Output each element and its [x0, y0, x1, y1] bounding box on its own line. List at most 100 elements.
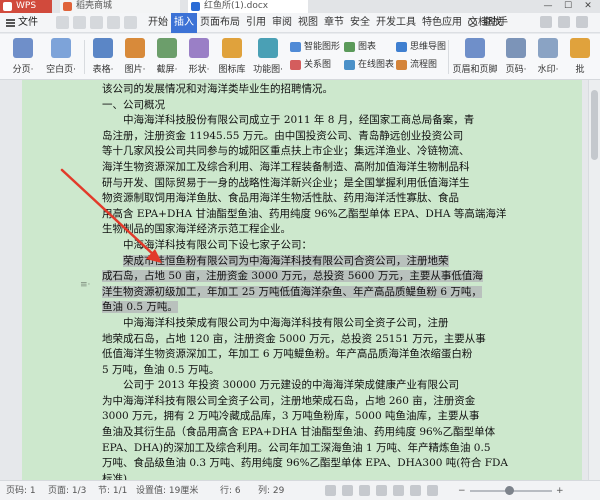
- menu-item-view[interactable]: 视图: [295, 13, 321, 33]
- file-menu[interactable]: 文件: [6, 15, 38, 31]
- protect-eye-icon[interactable]: [342, 485, 353, 496]
- web-view-icon[interactable]: [410, 485, 421, 496]
- tab-document[interactable]: 红鱼所(1).docx: [188, 0, 308, 13]
- document-line[interactable]: 中海海洋科技荣成有限公司为中海海洋科技有限公司全资子公司，注册: [102, 316, 522, 332]
- mind-map-label: 思维导图: [410, 42, 447, 52]
- zoom-out-button[interactable]: −: [458, 481, 466, 500]
- page-view-icon[interactable]: [359, 485, 370, 496]
- online-chart-label: 在线图表: [358, 60, 395, 70]
- menu-item-home[interactable]: 开始: [145, 13, 171, 33]
- share-icon[interactable]: [558, 16, 570, 28]
- watermark-button[interactable]: 水印·: [534, 38, 562, 75]
- status-page[interactable]: 页码: 1: [6, 481, 36, 500]
- line-text: 万吨、食品级鱼油 0.3 万吨、药用纯度 96%乙酯型单体 EPA、DHA300…: [102, 457, 508, 470]
- line-text: 标准)。: [102, 472, 138, 480]
- relation-chart-icon: [290, 60, 301, 70]
- close-button[interactable]: ✕: [578, 0, 598, 13]
- menu-item-chapter[interactable]: 章节: [321, 13, 347, 33]
- redo-icon[interactable]: [107, 16, 120, 29]
- status-pages[interactable]: 页面: 1/3: [48, 481, 86, 500]
- page-number-button[interactable]: 页码·: [502, 38, 530, 75]
- document-line[interactable]: 公司于 2013 年投资 30000 万元建设的中海海洋荣成健康产业有限公司: [102, 378, 522, 394]
- word-document-icon: [191, 2, 200, 11]
- document-line[interactable]: 洋生物资源初级加工，年加工 25 万吨低值海洋杂鱼、年产高品质鳀鱼粉 6 万吨，: [102, 285, 522, 301]
- shape-button[interactable]: 形状·: [184, 38, 214, 75]
- search-button[interactable]: 查找: [468, 15, 502, 31]
- status-section: 节: 1/1: [98, 486, 128, 496]
- more-icon[interactable]: [576, 16, 588, 28]
- function-chart-label: 功能图·: [253, 65, 283, 75]
- line-text: 5 万吨，鱼油 0.5 万吨。: [102, 363, 220, 376]
- watermark-icon: [538, 38, 558, 58]
- document-line[interactable]: 3000 万元，拥有 2 万吨冷藏成品库，3 万吨鱼粉库，5000 吨鱼油库，主…: [102, 409, 522, 425]
- menu-item-page-layout[interactable]: 页面布局: [197, 13, 243, 33]
- menu-icon: [6, 19, 15, 27]
- smart-art-label: 智能图形: [304, 42, 341, 52]
- blank-page-icon: [51, 38, 71, 58]
- zoom-slider-knob[interactable]: [505, 486, 514, 495]
- outline-view-icon[interactable]: [393, 485, 404, 496]
- read-view-icon[interactable]: [376, 485, 387, 496]
- save-icon[interactable]: [56, 16, 69, 29]
- picture-icon: [125, 38, 145, 58]
- sync-icon[interactable]: [540, 16, 552, 28]
- document-line[interactable]: 鱼油及其衍生品（食品用高含 EPA+DHA 甘油酯型鱼油、药用纯度 96%乙酯型…: [102, 425, 522, 441]
- document-line[interactable]: 标准)。: [102, 472, 522, 480]
- document-line[interactable]: 万吨、食品级鱼油 0.3 万吨、药用纯度 96%乙酯型单体 EPA、DHA300…: [102, 456, 522, 472]
- menu-bar: 文件 开始 插入 页面布局 引用 审阅 视图 章节 安全 开发工具 特色应用 文…: [0, 13, 600, 33]
- zoom-in-button[interactable]: +: [556, 481, 564, 500]
- table-button[interactable]: 表格·: [88, 38, 118, 75]
- function-chart-button[interactable]: 功能图·: [250, 38, 286, 75]
- blank-page-button[interactable]: 空白页·: [42, 38, 80, 75]
- search-icon: [468, 18, 477, 27]
- document-line[interactable]: 低值海洋生物资源深加工，年加工 6 万吨鳀鱼粉。年产高品质海洋鱼浓缩蛋白粉: [102, 347, 522, 363]
- line-text: EPA、DHA)的深加工及综合利用。公司年加工深海鱼油 1 万吨、年产精炼鱼油 …: [102, 441, 491, 454]
- screenshot-button[interactable]: 截屏·: [152, 38, 182, 75]
- document-page[interactable]: 该公司的发展情况和对海洋类毕业生的招聘情况。 一、公司概况 中海海洋科技股份有限公司…: [22, 80, 582, 480]
- title-bar: WPS 稻壳商城 红鱼所(1).docx — ☐ ✕: [0, 0, 600, 13]
- write-view-icon[interactable]: [427, 485, 438, 496]
- picture-button[interactable]: 图片·: [120, 38, 150, 75]
- page-break-button[interactable]: 分页·: [8, 38, 38, 75]
- document-line[interactable]: EPA、DHA)的深加工及综合利用。公司年加工深海鱼油 1 万吨、年产精炼鱼油 …: [102, 441, 522, 457]
- picture-label: 图片·: [124, 65, 146, 75]
- flowchart-button[interactable]: 流程图: [396, 58, 437, 72]
- print-icon[interactable]: [73, 16, 86, 29]
- document-line[interactable]: 地荣成石岛，占地 120 亩，注册资金 5000 万元，总投资 25151 万元…: [102, 332, 522, 348]
- paragraph-handle-icon[interactable]: ≡·: [80, 280, 90, 290]
- menu-item-references[interactable]: 引用: [243, 13, 269, 33]
- header-footer-button[interactable]: 页眉和页脚: [452, 38, 498, 75]
- page-number-icon: [506, 38, 526, 58]
- icon-library-button[interactable]: 图标库: [216, 38, 248, 75]
- focus-mode-icon[interactable]: [325, 485, 336, 496]
- menu-item-security[interactable]: 安全: [347, 13, 373, 33]
- menu-item-special-apps[interactable]: 特色应用: [419, 13, 465, 33]
- header-footer-icon: [465, 38, 485, 58]
- document-line[interactable]: 为中海海洋科技有限公司全资子公司，注册地荣成石岛，占地 260 亩，注册资金: [102, 394, 522, 410]
- comment-button[interactable]: 批: [568, 38, 592, 75]
- smart-art-button[interactable]: 智能图形: [290, 40, 340, 54]
- scrollbar-thumb[interactable]: [591, 90, 598, 160]
- chart-button[interactable]: 图表: [344, 40, 376, 54]
- tab-wps[interactable]: WPS: [0, 0, 52, 13]
- menu-item-developer[interactable]: 开发工具: [373, 13, 419, 33]
- page-break-icon: [13, 38, 33, 58]
- menu-item-review[interactable]: 审阅: [269, 13, 295, 33]
- online-chart-button[interactable]: 在线图表: [344, 58, 394, 72]
- wps-logo-icon: [3, 2, 12, 11]
- line-text: 公司于 2013 年投资 30000 万元建设的中海海洋荣成健康产业有限公司: [123, 379, 459, 392]
- relation-chart-button[interactable]: 关系图: [290, 58, 331, 72]
- vertical-scrollbar[interactable]: [588, 80, 600, 480]
- undo-icon[interactable]: [90, 16, 103, 29]
- minimize-button[interactable]: —: [538, 0, 558, 13]
- tab-docer-store[interactable]: 稻壳商城: [60, 0, 180, 13]
- dropdown-icon[interactable]: [124, 16, 137, 29]
- menu-item-insert[interactable]: 插入: [171, 13, 197, 33]
- maximize-button[interactable]: ☐: [558, 0, 578, 13]
- table-label: 表格·: [92, 65, 114, 75]
- document-line[interactable]: 鱼油 0.5 万吨。: [102, 300, 522, 316]
- ribbon-separator: [448, 40, 449, 74]
- mind-map-button[interactable]: 思维导图: [396, 40, 446, 54]
- line-text: 低值海洋生物资源深加工，年加工 6 万吨鳀鱼粉。年产高品质海洋鱼浓缩蛋白粉: [102, 348, 473, 361]
- document-line[interactable]: 5 万吨，鱼油 0.5 万吨。: [102, 363, 522, 379]
